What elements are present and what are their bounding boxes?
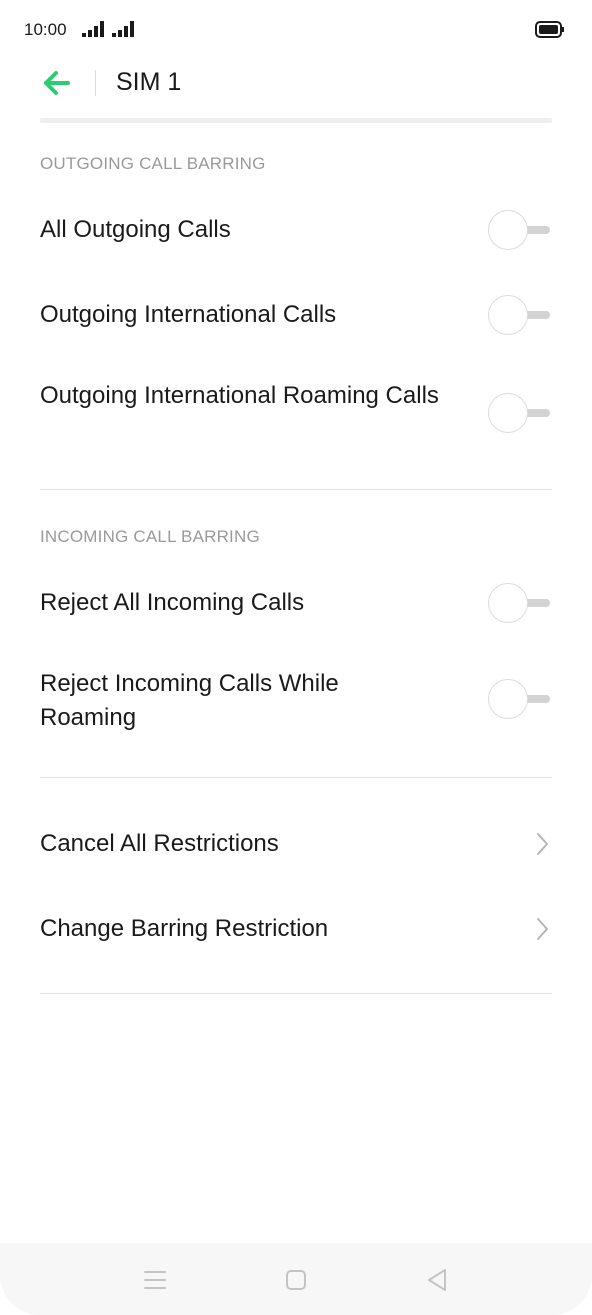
row-label: Cancel All Restrictions	[40, 830, 279, 857]
row-label: Reject All Incoming Calls	[40, 589, 305, 616]
row-outgoing-international-calls[interactable]: Outgoing International Calls	[40, 293, 552, 337]
section-header-incoming: INCOMING CALL BARRING	[40, 527, 260, 546]
status-bar: 10:00	[0, 0, 592, 60]
battery-icon	[535, 21, 564, 38]
row-label: Outgoing International Roaming Calls	[40, 382, 439, 409]
toggle-knob	[488, 393, 528, 433]
toggle-reject-all-incoming-calls[interactable]	[486, 581, 552, 625]
toggle-knob	[488, 679, 528, 719]
status-time: 10:00	[24, 20, 67, 39]
toggle-outgoing-international-calls[interactable]	[486, 293, 552, 337]
signal-icon	[82, 21, 104, 37]
section-divider	[40, 777, 552, 778]
row-outgoing-international-roaming-calls[interactable]: Outgoing International Roaming Calls	[40, 378, 552, 448]
row-label: Change Barring Restriction	[40, 915, 329, 942]
row-cancel-all-restrictions[interactable]: Cancel All Restrictions	[40, 822, 552, 866]
signal-icon	[112, 21, 134, 37]
toggle-knob	[488, 210, 528, 250]
back-triangle-icon[interactable]	[422, 1265, 452, 1295]
toggle-knob	[488, 583, 528, 623]
row-label: Outgoing International Calls	[40, 301, 337, 328]
section-divider	[40, 489, 552, 490]
page-title: SIM 1	[116, 68, 182, 96]
toggle-all-outgoing-calls[interactable]	[486, 208, 552, 252]
app-bar: SIM 1	[0, 60, 592, 120]
header-separator	[40, 118, 552, 123]
chevron-right-icon	[537, 833, 548, 855]
toggle-reject-incoming-calls-while-roaming[interactable]	[486, 677, 552, 721]
section-divider	[40, 993, 552, 994]
row-reject-all-incoming-calls[interactable]: Reject All Incoming Calls	[40, 581, 552, 625]
menu-icon[interactable]	[140, 1265, 170, 1295]
row-label: All Outgoing Calls	[40, 216, 231, 243]
section-header-outgoing: OUTGOING CALL BARRING	[40, 154, 266, 173]
row-all-outgoing-calls[interactable]: All Outgoing Calls	[40, 208, 552, 252]
arrow-left-icon[interactable]	[38, 66, 78, 100]
home-square-icon[interactable]	[281, 1265, 311, 1295]
row-reject-incoming-calls-while-roaming[interactable]: Reject Incoming Calls While Roaming	[40, 666, 552, 736]
row-label: Reject Incoming Calls While Roaming	[40, 670, 339, 731]
chevron-right-icon	[537, 918, 548, 940]
toggle-knob	[488, 295, 528, 335]
title-divider	[95, 70, 96, 96]
row-change-barring-restriction[interactable]: Change Barring Restriction	[40, 907, 552, 951]
navigation-bar	[0, 1243, 592, 1315]
toggle-outgoing-international-roaming-calls[interactable]	[486, 391, 552, 435]
